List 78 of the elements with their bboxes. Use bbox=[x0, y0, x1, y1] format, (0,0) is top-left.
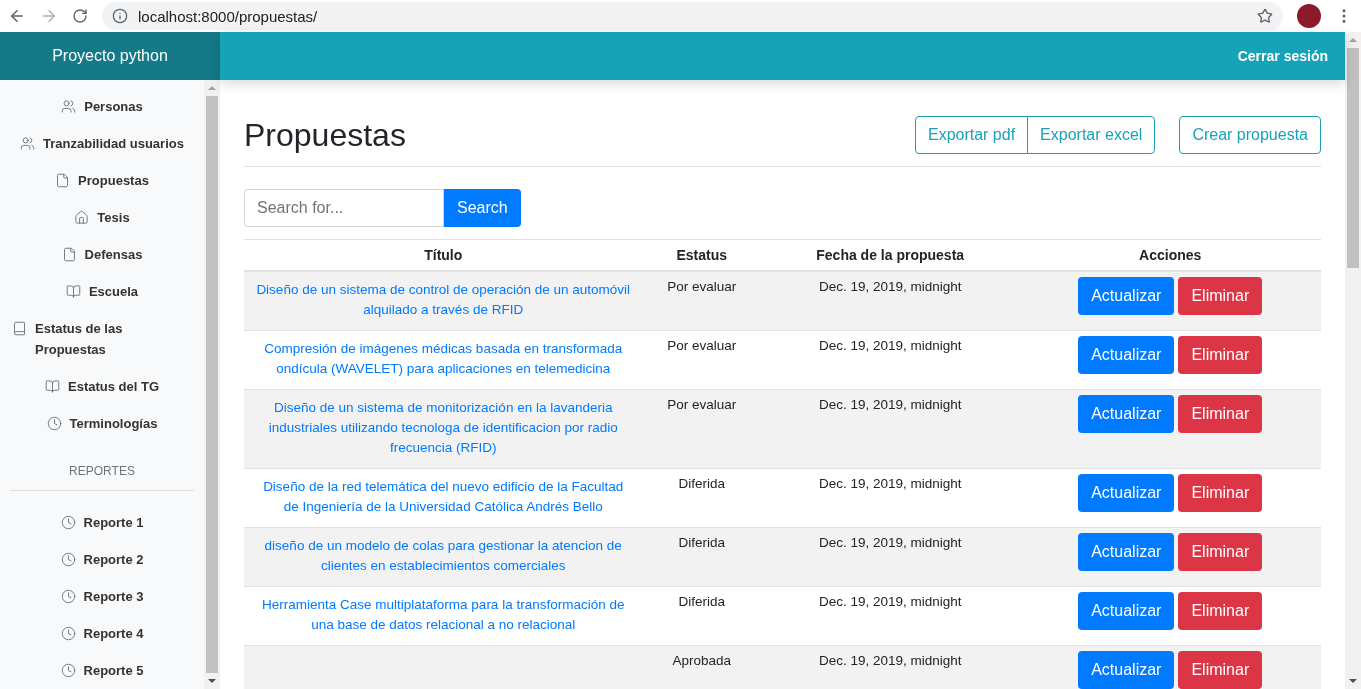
delete-button[interactable]: Eliminar bbox=[1178, 592, 1263, 630]
page-title: Propuestas bbox=[244, 116, 406, 154]
open-book-icon bbox=[65, 284, 81, 299]
delete-button[interactable]: Eliminar bbox=[1178, 395, 1263, 433]
info-icon[interactable] bbox=[112, 8, 128, 24]
logout-link[interactable]: Cerrar sesión bbox=[1237, 48, 1328, 64]
sidebar-item[interactable]: Terminologías bbox=[46, 405, 158, 442]
delete-button[interactable]: Eliminar bbox=[1178, 533, 1263, 571]
clock-icon bbox=[60, 589, 76, 604]
sidebar-item[interactable]: Propuestas bbox=[55, 162, 149, 199]
delete-button[interactable]: Eliminar bbox=[1178, 474, 1263, 512]
back-icon[interactable] bbox=[8, 7, 26, 25]
file-icon bbox=[61, 247, 77, 262]
users-icon bbox=[20, 136, 36, 151]
home-icon bbox=[74, 210, 90, 225]
clock-icon bbox=[46, 416, 62, 431]
date-cell: Dec. 19, 2019, midnight bbox=[818, 476, 962, 491]
date-cell: Dec. 19, 2019, midnight bbox=[818, 279, 962, 294]
users-icon bbox=[61, 99, 77, 114]
book-icon bbox=[12, 321, 27, 336]
sidebar-item[interactable]: Tesis bbox=[74, 199, 130, 236]
status-cell: Por evaluar bbox=[667, 279, 737, 294]
open-book-icon bbox=[45, 379, 60, 394]
update-button[interactable]: Actualizar bbox=[1078, 395, 1175, 433]
search-button[interactable]: Search bbox=[444, 189, 521, 227]
update-button[interactable]: Actualizar bbox=[1078, 651, 1175, 689]
create-button[interactable]: Crear propuesta bbox=[1179, 116, 1321, 154]
search-field[interactable]: Search for... bbox=[244, 189, 444, 227]
sidebar-item[interactable]: Reporte 1 bbox=[60, 504, 144, 541]
date-cell: Dec. 19, 2019, midnight bbox=[818, 535, 962, 550]
date-cell: Dec. 19, 2019, midnight bbox=[818, 594, 962, 609]
sidebar-item[interactable]: Escuela bbox=[65, 273, 139, 310]
date-cell: Dec. 19, 2019, midnight bbox=[818, 653, 962, 668]
status-cell: Diferida bbox=[678, 594, 725, 609]
sidebar-item[interactable]: Reporte 4 bbox=[60, 615, 144, 652]
url-text: localhost:8000/propuestas/ bbox=[138, 7, 318, 25]
update-button[interactable]: Actualizar bbox=[1078, 336, 1175, 374]
delete-button[interactable]: Eliminar bbox=[1178, 277, 1263, 315]
proposal-link[interactable]: Herramienta Case multiplataforma para la transformación de una base de datos relacional a no relacional bbox=[254, 595, 633, 635]
sidebar-item[interactable]: Estatus del TG bbox=[45, 368, 159, 405]
sidebar-item[interactable]: Tranzabilidad usuarios bbox=[20, 125, 184, 162]
update-button[interactable]: Actualizar bbox=[1078, 592, 1175, 630]
sidebar-item[interactable]: Reporte 3 bbox=[60, 578, 144, 615]
proposal-link[interactable]: Compresión de imágenes médicas basada en transformada ondícula (WAVELET) para aplicaciones en telemedicina bbox=[254, 339, 633, 379]
status-cell: Por evaluar bbox=[667, 397, 737, 412]
update-button[interactable]: Actualizar bbox=[1078, 533, 1175, 571]
date-cell: Dec. 19, 2019, midnight bbox=[818, 397, 962, 412]
file-icon bbox=[55, 173, 71, 188]
date-cell: Dec. 19, 2019, midnight bbox=[818, 338, 962, 353]
export-button[interactable]: Exportar excel bbox=[1027, 116, 1156, 154]
proposal-link[interactable]: Diseño de un sistema de control de operación de un automóvil alquilado a través de RFID bbox=[254, 280, 633, 320]
export-button[interactable]: Exportar pdf bbox=[914, 116, 1029, 154]
proposal-link[interactable]: diseño de un modelo de colas para gestionar la atencion de clientes en establecimientos comerciales bbox=[254, 536, 633, 576]
section-heading: REPORTES bbox=[10, 464, 194, 491]
sidebar-item[interactable]: Reporte 5 bbox=[60, 652, 144, 689]
update-button[interactable]: Actualizar bbox=[1078, 474, 1175, 512]
status-cell: Aprobada bbox=[672, 653, 731, 668]
address-bar[interactable]: localhost:8000/propuestas/ bbox=[102, 2, 1283, 30]
clock-icon bbox=[60, 515, 76, 530]
status-cell: Por evaluar bbox=[667, 338, 737, 353]
update-button[interactable]: Actualizar bbox=[1078, 277, 1175, 315]
sidebar-item[interactable]: Personas bbox=[61, 88, 143, 125]
proposal-link[interactable]: Diseño de un sistema de monitorización en la lavanderia industriales utilizando tecnologa de identificacion por radio frecuencia (RFID) bbox=[254, 398, 633, 458]
profile-avatar[interactable] bbox=[1297, 4, 1321, 28]
delete-button[interactable]: Eliminar bbox=[1178, 336, 1263, 374]
proposal-link[interactable]: Diseño de la red telemática del nuevo edificio de la Facultad de Ingeniería de la Universidad Católica Andrés Bello bbox=[254, 477, 633, 517]
star-icon[interactable] bbox=[1257, 8, 1273, 24]
sidebar-item[interactable]: Reporte 2 bbox=[60, 541, 144, 578]
reload-icon[interactable] bbox=[72, 8, 88, 24]
clock-icon bbox=[60, 552, 76, 567]
delete-button[interactable]: Eliminar bbox=[1178, 651, 1263, 689]
status-cell: Diferida bbox=[678, 535, 725, 550]
sidebar-item[interactable]: Estatus de las Propuestas bbox=[12, 310, 192, 368]
clock-icon bbox=[60, 626, 76, 641]
brand-title[interactable]: Proyecto python bbox=[0, 32, 220, 80]
status-cell: Diferida bbox=[678, 476, 725, 491]
sidebar-item[interactable]: Defensas bbox=[61, 236, 143, 273]
clock-icon bbox=[60, 663, 76, 678]
